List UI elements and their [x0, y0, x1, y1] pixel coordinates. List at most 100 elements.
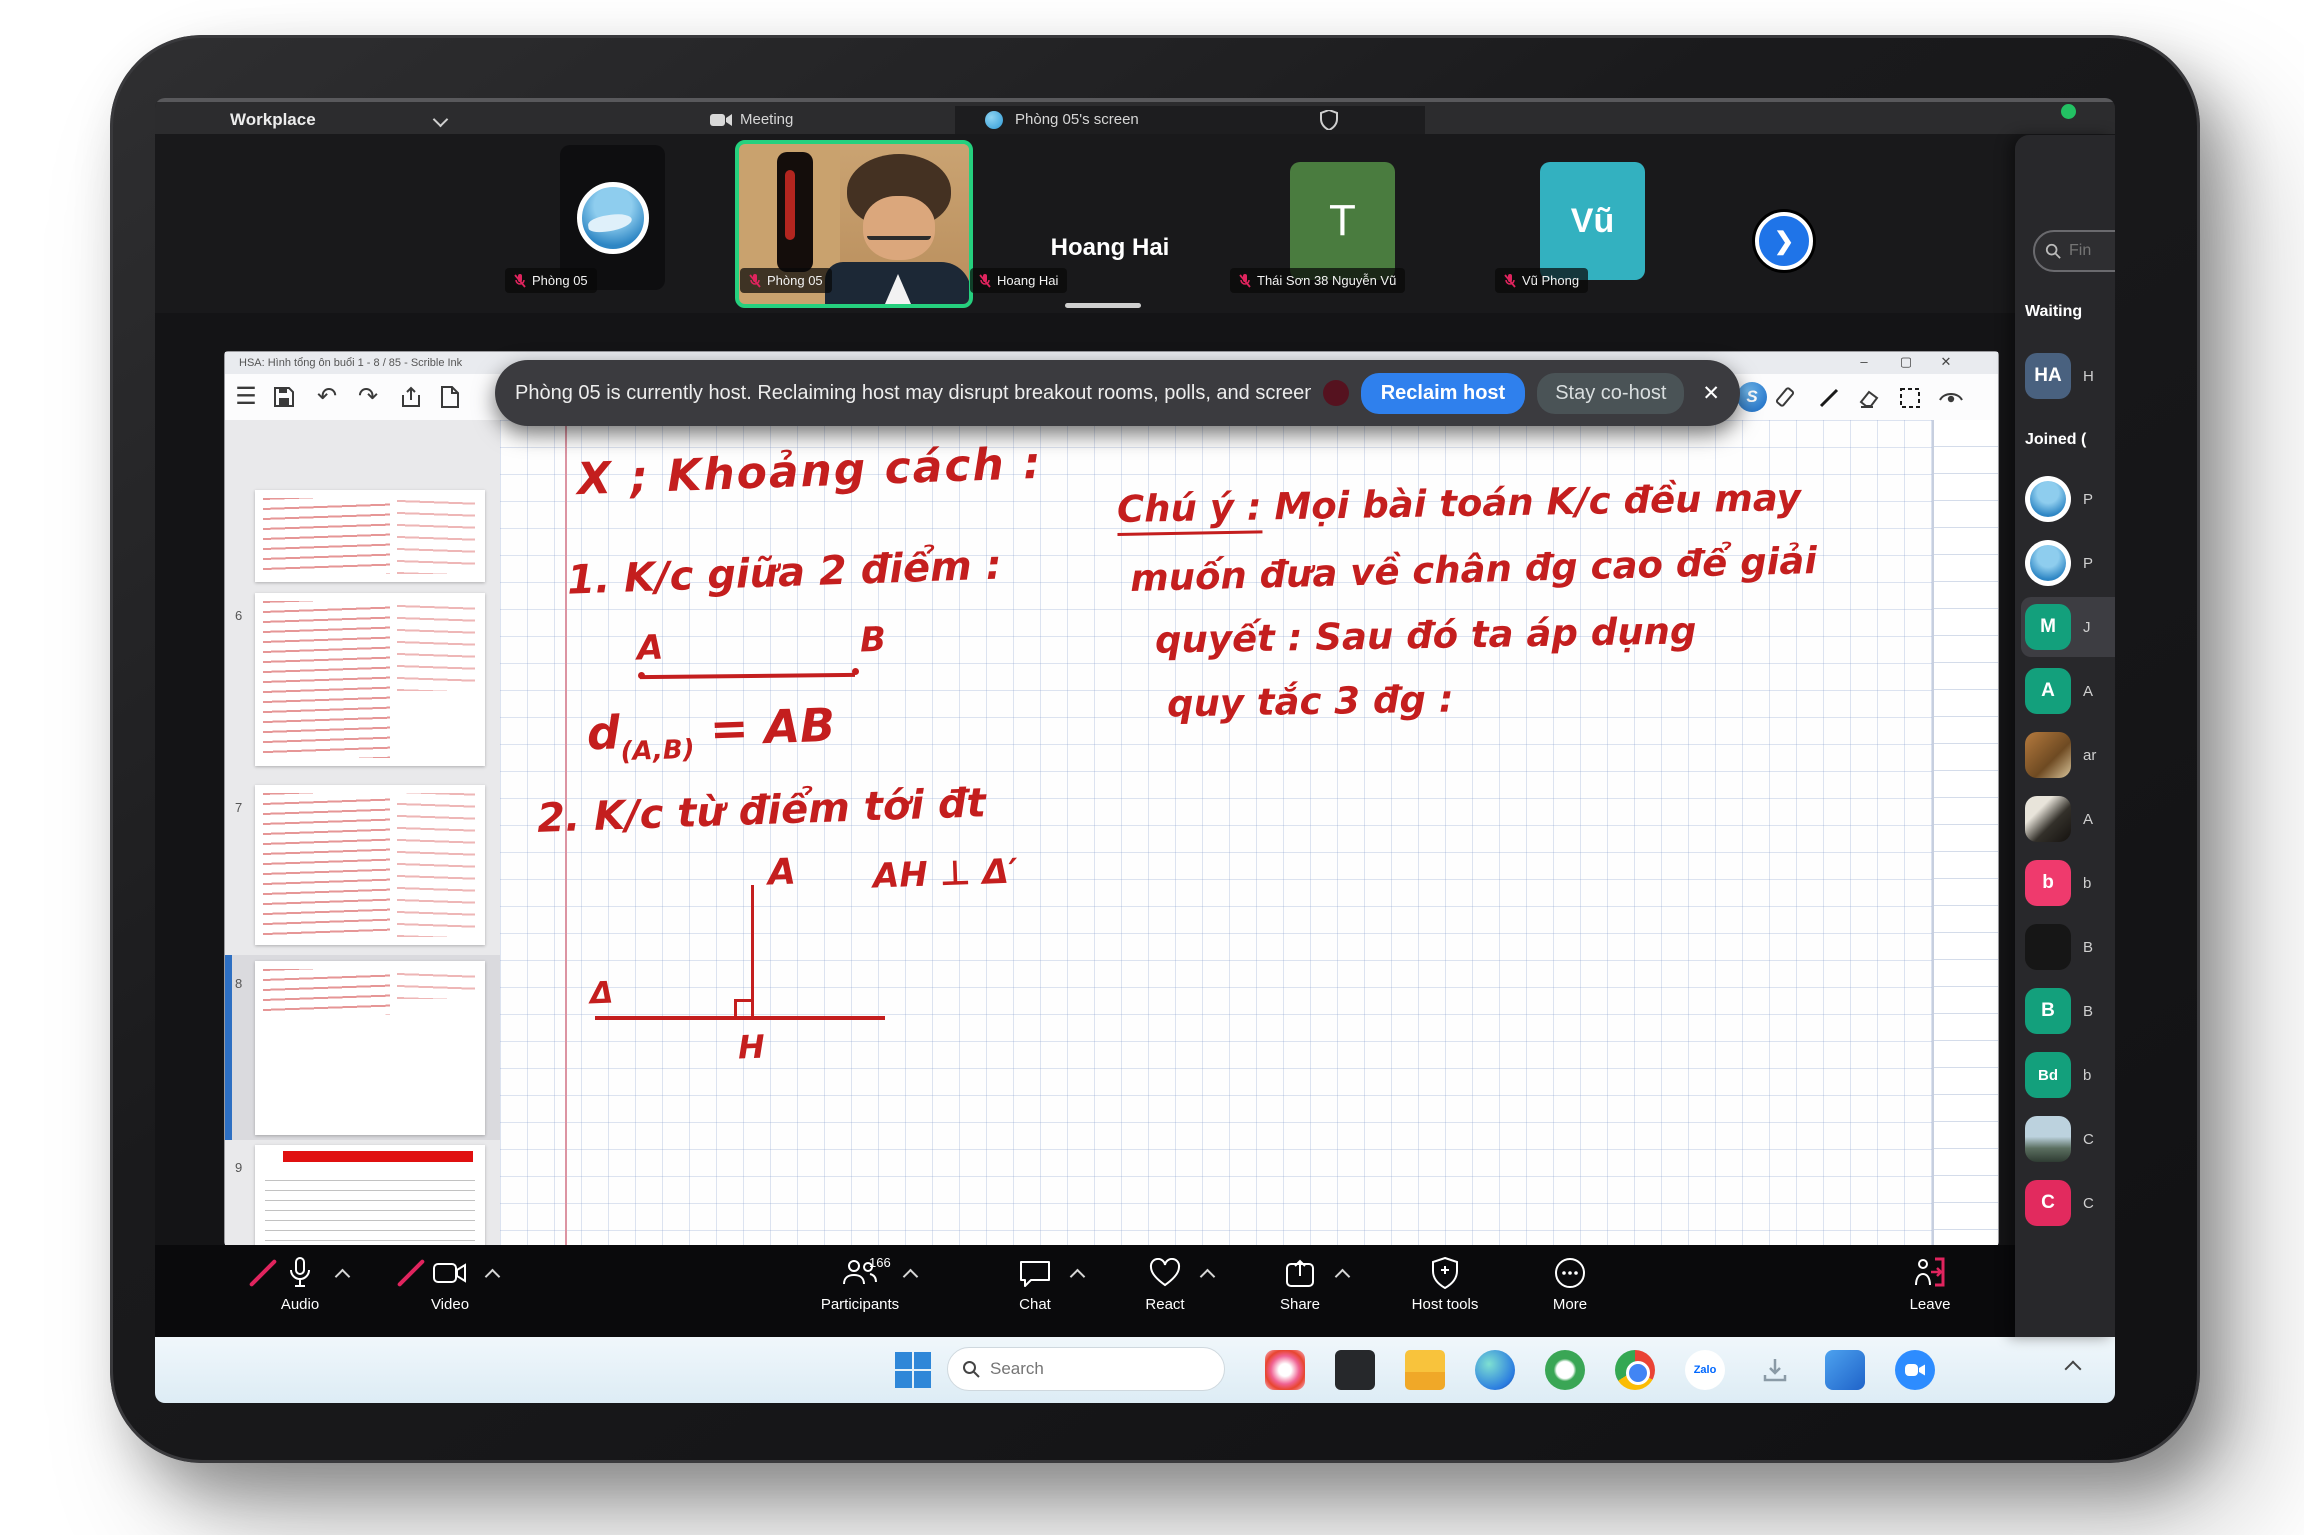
gallery-next-button[interactable]: ❯	[1755, 212, 1813, 270]
minimize-button[interactable]: –	[1855, 354, 1873, 369]
workspace-label: Workplace	[230, 110, 316, 130]
leave-button[interactable]: Leave	[1875, 1253, 1985, 1313]
find-input[interactable]	[2067, 241, 2115, 261]
ellipsis-icon	[1515, 1253, 1625, 1293]
page-thumbnail-partial[interactable]	[255, 490, 485, 582]
participant-row[interactable]: P	[2025, 476, 2115, 522]
redo-icon[interactable]: ↷	[355, 384, 381, 410]
ink-dot-a	[638, 672, 645, 679]
tab-screen-share[interactable]: Phòng 05's screen	[1015, 111, 1139, 128]
select-marquee-icon[interactable]	[1898, 386, 1924, 412]
undo-icon[interactable]: ↶	[314, 384, 340, 410]
ink-segment-ab	[640, 673, 855, 679]
highlighter-icon[interactable]	[1773, 386, 1799, 412]
taskbar-overflow-chevron[interactable]	[2065, 1361, 2082, 1378]
eraser-icon[interactable]	[1857, 386, 1883, 412]
ink-delta-label: Δ	[589, 976, 613, 1012]
participant-name-pill: Hoang Hai	[970, 268, 1067, 293]
ink-point-a2: A	[767, 852, 796, 894]
chrome-icon[interactable]	[1615, 1350, 1655, 1390]
share-button[interactable]: Share	[1245, 1253, 1355, 1313]
app-badge-icon[interactable]: S	[1737, 382, 1767, 412]
page-number: 7	[235, 800, 242, 815]
audio-button[interactable]: Audio	[245, 1253, 355, 1313]
video-button[interactable]: Video	[395, 1253, 505, 1313]
reclaim-host-button[interactable]: Reclaim host	[1361, 373, 1525, 414]
search-icon	[2045, 243, 2061, 259]
zoom-app-icon[interactable]	[1895, 1350, 1935, 1390]
gallery-scroll-indicator[interactable]	[1065, 303, 1141, 308]
participant-row[interactable]: C C	[2025, 1180, 2115, 1226]
avatar	[2025, 476, 2071, 522]
waiting-participant-row[interactable]: HA H	[2025, 353, 2115, 399]
chevron-down-icon[interactable]	[433, 112, 449, 128]
ink-note-line4: quy tắc 3 đg :	[1167, 678, 1454, 726]
waiting-header: Waiting	[2025, 303, 2082, 321]
video-gallery-strip: Phòng 05 Phòng 05 Hoang Hai Hoang Hai	[155, 134, 2115, 313]
taskbar-search[interactable]	[947, 1347, 1225, 1391]
file-explorer-icon[interactable]	[1405, 1350, 1445, 1390]
zalo-icon[interactable]: Zalo	[1685, 1350, 1725, 1390]
save-icon[interactable]	[273, 386, 299, 412]
participant-row[interactable]: ar	[2025, 732, 2115, 778]
edge-browser-icon[interactable]	[1475, 1350, 1515, 1390]
close-button[interactable]: ✕	[1937, 354, 1955, 370]
chat-button[interactable]: Chat	[980, 1253, 1090, 1313]
participant-row[interactable]: A	[2025, 796, 2115, 842]
page-thumbnail-6[interactable]	[255, 593, 485, 766]
host-tools-button[interactable]: Host tools	[1390, 1253, 1500, 1313]
notification-message: Phòng 05 is currently host. Reclaiming h…	[515, 382, 1311, 405]
tablet-frame: Workplace Meeting Phòng 05's screen Phòn…	[110, 35, 2200, 1463]
dark-app-icon[interactable]	[1335, 1350, 1375, 1390]
whiteboard-canvas[interactable]: X ; Khoảng cách : 1. K/c giữa 2 điểm : A…	[500, 420, 1998, 1245]
avatar	[577, 182, 649, 254]
participant-row[interactable]: P	[2025, 540, 2115, 586]
pen-icon[interactable]	[1817, 386, 1843, 412]
leave-icon	[1875, 1253, 1985, 1293]
more-button[interactable]: More	[1515, 1253, 1625, 1313]
video-tile-vu-phong[interactable]: Vũ	[1540, 162, 1645, 280]
participant-row[interactable]: B	[2025, 924, 2115, 970]
close-icon[interactable]: ✕	[1702, 381, 1720, 406]
participant-row[interactable]: C	[2025, 1116, 2115, 1162]
participant-row[interactable]: Bd b	[2025, 1052, 2115, 1098]
start-button[interactable]	[895, 1352, 931, 1388]
chevron-right-icon: ❯	[1774, 227, 1794, 256]
ink-perp-note: AH ⊥ Δ′	[872, 851, 1018, 896]
blue-app-icon[interactable]	[1825, 1350, 1865, 1390]
shield-icon	[1390, 1253, 1500, 1293]
participant-row[interactable]: M J	[2025, 604, 2115, 650]
participant-row[interactable]: b b	[2025, 860, 2115, 906]
stay-cohost-button[interactable]: Stay co-host	[1537, 373, 1684, 414]
install-tray-icon[interactable]	[1755, 1350, 1795, 1390]
selected-page-bar	[225, 955, 232, 1140]
avatar: b	[2025, 860, 2071, 906]
ink-note-line3: quyết : Sau đó ta áp dụng	[1155, 609, 1697, 661]
avatar-letter: Vũ	[1571, 202, 1614, 241]
thumbnail-red-banner	[283, 1151, 473, 1162]
find-participant-search[interactable]	[2033, 230, 2115, 272]
participant-row[interactable]: B B	[2025, 988, 2115, 1034]
participant-row[interactable]: A A	[2025, 668, 2115, 714]
participant-display-name: Hoang Hai	[1015, 234, 1205, 262]
participants-count-badge: 166	[869, 1255, 891, 1270]
photos-app-icon[interactable]	[1265, 1350, 1305, 1390]
search-input[interactable]	[988, 1358, 1172, 1380]
new-page-icon[interactable]	[440, 386, 466, 412]
mic-muted-icon	[514, 274, 526, 288]
export-icon[interactable]	[400, 386, 426, 412]
participants-button[interactable]: 166 Participants	[805, 1253, 915, 1313]
page-thumbnail-8-selected[interactable]	[255, 961, 485, 1135]
ink-heading: X ; Khoảng cách :	[576, 438, 1043, 505]
hide-ui-icon[interactable]	[1938, 386, 1964, 412]
react-button[interactable]: React	[1110, 1253, 1220, 1313]
avatar: A	[2025, 668, 2071, 714]
page-thumbnail-7[interactable]	[255, 785, 485, 945]
menu-icon[interactable]: ☰	[233, 384, 259, 410]
green-app-icon[interactable]	[1545, 1350, 1585, 1390]
tab-meeting[interactable]: Meeting	[740, 111, 793, 128]
maximize-button[interactable]: ▢	[1897, 354, 1915, 370]
avatar-letter: T	[1329, 196, 1356, 246]
video-tile-thai-son[interactable]: T	[1290, 162, 1395, 280]
avatar: B	[2025, 988, 2071, 1034]
